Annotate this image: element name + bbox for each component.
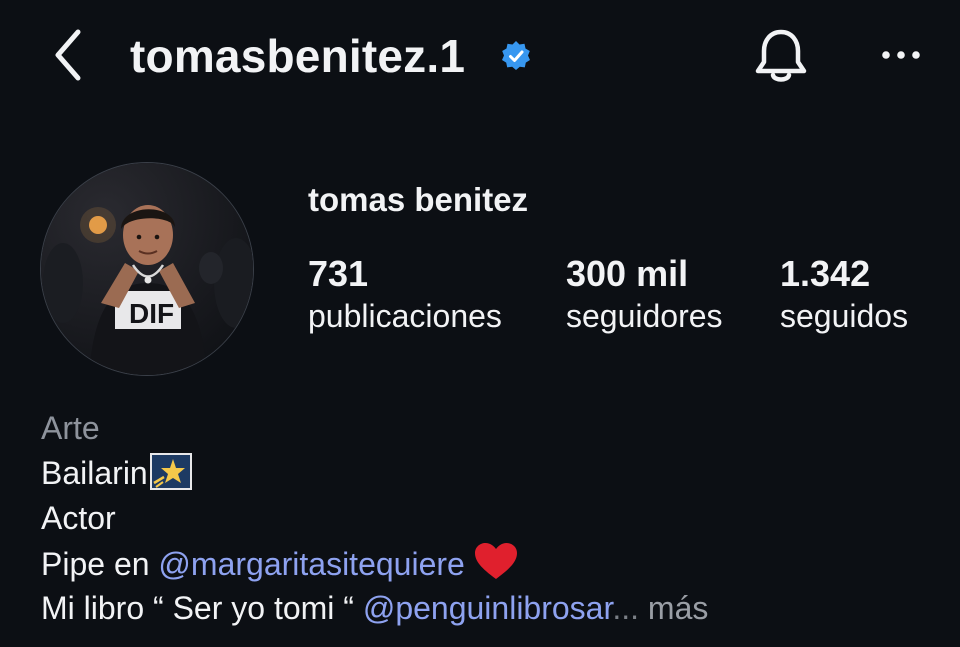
stat-following[interactable]: 1.342 seguidos: [780, 252, 908, 336]
posts-label: publicaciones: [308, 298, 502, 334]
mention-link-penguinlibrosar[interactable]: @penguinlibrosar: [363, 590, 613, 626]
verified-badge-icon: [502, 41, 530, 70]
followers-count: 300 mil: [566, 253, 689, 294]
bio-line-3: Pipe en @margaritasitequiere: [41, 541, 708, 586]
bio-category: Arte: [41, 410, 100, 446]
bio-line-3-text: Pipe en: [41, 546, 159, 582]
back-button[interactable]: [46, 24, 96, 86]
bio: Arte Bailarin Actor Pipe en @margaritasi…: [41, 406, 708, 631]
bio-ellipsis: ...: [612, 590, 640, 626]
following-count: 1.342: [780, 253, 871, 294]
profile-photo: DIF: [41, 163, 253, 375]
glowing-star-emoji-icon: [149, 453, 192, 490]
red-heart-emoji-icon: [474, 543, 517, 579]
header-username: tomasbenitez.1: [130, 30, 466, 82]
svg-text:DIF: DIF: [129, 298, 174, 329]
display-name: tomas benitez: [308, 181, 529, 218]
chevron-left-icon: [55, 29, 81, 81]
bio-line-4: Mi libro “ Ser yo tomi “ @penguinlibrosa…: [41, 586, 708, 631]
more-horizontal-icon: [882, 51, 920, 59]
stat-followers[interactable]: 300 mil seguidores: [566, 252, 723, 336]
notifications-button[interactable]: [752, 26, 810, 86]
followers-label: seguidores: [566, 298, 723, 334]
bio-line-2: Actor: [41, 500, 116, 536]
following-label: seguidos: [780, 298, 909, 334]
more-options-button[interactable]: [876, 40, 926, 70]
more-link[interactable]: más: [639, 590, 708, 626]
bio-line-1: Bailarin: [41, 451, 708, 496]
mention-link-margaritasitequiere[interactable]: @margaritasitequiere: [158, 546, 464, 582]
stat-posts[interactable]: 731 publicaciones: [308, 252, 502, 336]
profile-header: tomasbenitez.1: [0, 0, 960, 120]
avatar[interactable]: DIF: [40, 162, 254, 376]
bell-icon: [755, 29, 807, 82]
posts-count: 731: [308, 253, 369, 294]
bio-line-1-text: Bailarin: [41, 455, 148, 491]
bio-line-4-text: Mi libro “ Ser yo tomi “: [41, 590, 363, 626]
